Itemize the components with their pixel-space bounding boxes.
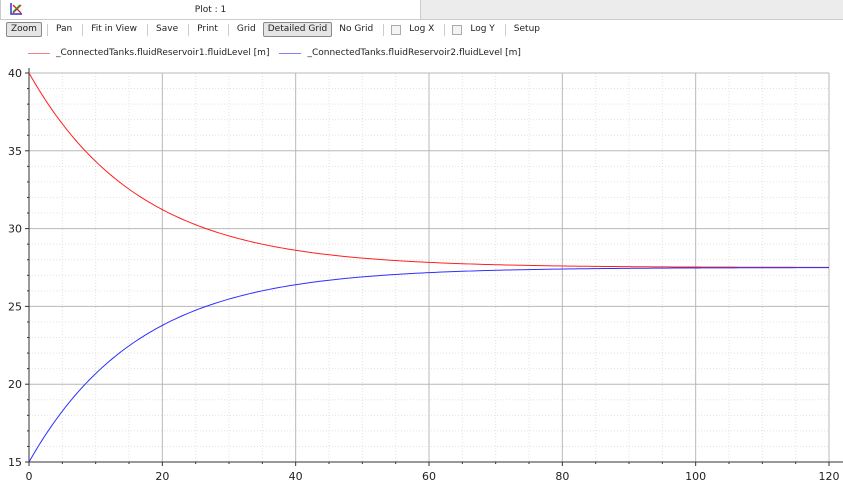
- save-button[interactable]: Save: [151, 22, 183, 37]
- x-tick-label: 20: [155, 470, 169, 483]
- plot-toolbar: Zoom Pan Fit in View Save Print Grid Det…: [6, 22, 547, 37]
- y-tick-label: 35: [8, 145, 22, 158]
- y-tick-label: 30: [8, 223, 22, 236]
- x-tick-label: 60: [422, 470, 436, 483]
- legend: _ConnectedTanks.fluidReservoir1.fluidLev…: [28, 48, 521, 58]
- x-tick-label: 0: [26, 470, 33, 483]
- x-tick-label: 120: [819, 470, 840, 483]
- print-button[interactable]: Print: [192, 22, 223, 37]
- separator: [444, 23, 446, 36]
- pan-button[interactable]: Pan: [51, 22, 77, 37]
- zoom-button[interactable]: Zoom: [6, 22, 42, 37]
- separator: [82, 23, 84, 36]
- tab-title: Plot : 1: [194, 5, 227, 15]
- x-tick-label: 40: [289, 470, 303, 483]
- x-tick-label: 80: [555, 470, 569, 483]
- legend-swatch-1: [28, 52, 50, 54]
- detailed-grid-button[interactable]: Detailed Grid: [262, 22, 333, 37]
- separator: [227, 23, 229, 36]
- legend-item-2[interactable]: _ConnectedTanks.fluidReservoir2.fluidLev…: [307, 48, 520, 58]
- plot-area[interactable]: 0 20 40 60 80 100 120 15 20 25 30 35 40: [0, 60, 843, 486]
- separator: [147, 23, 149, 36]
- y-tick-label: 25: [8, 300, 22, 313]
- tab-bar-empty: [421, 0, 843, 20]
- log-x-label[interactable]: Log X: [404, 22, 439, 37]
- separator: [383, 23, 385, 36]
- no-grid-button[interactable]: No Grid: [334, 22, 378, 37]
- separator: [46, 23, 48, 36]
- legend-item-1[interactable]: _ConnectedTanks.fluidReservoir1.fluidLev…: [56, 48, 269, 58]
- log-y-label[interactable]: Log Y: [465, 22, 499, 37]
- log-x-checkbox[interactable]: [391, 24, 402, 35]
- tab-plot-1[interactable]: Plot : 1: [0, 0, 421, 20]
- setup-button[interactable]: Setup: [509, 22, 545, 37]
- log-y-checkbox[interactable]: [452, 24, 463, 35]
- y-tick-label: 20: [8, 378, 22, 391]
- y-tick-label: 15: [8, 456, 22, 469]
- separator: [504, 23, 506, 36]
- grid-button[interactable]: Grid: [232, 22, 261, 37]
- legend-swatch-2: [279, 52, 302, 54]
- separator: [188, 23, 190, 36]
- tab-bar: Plot : 1: [0, 0, 843, 20]
- fit-in-view-button[interactable]: Fit in View: [86, 22, 142, 37]
- x-tick-label: 100: [685, 470, 706, 483]
- y-tick-label: 40: [8, 67, 22, 80]
